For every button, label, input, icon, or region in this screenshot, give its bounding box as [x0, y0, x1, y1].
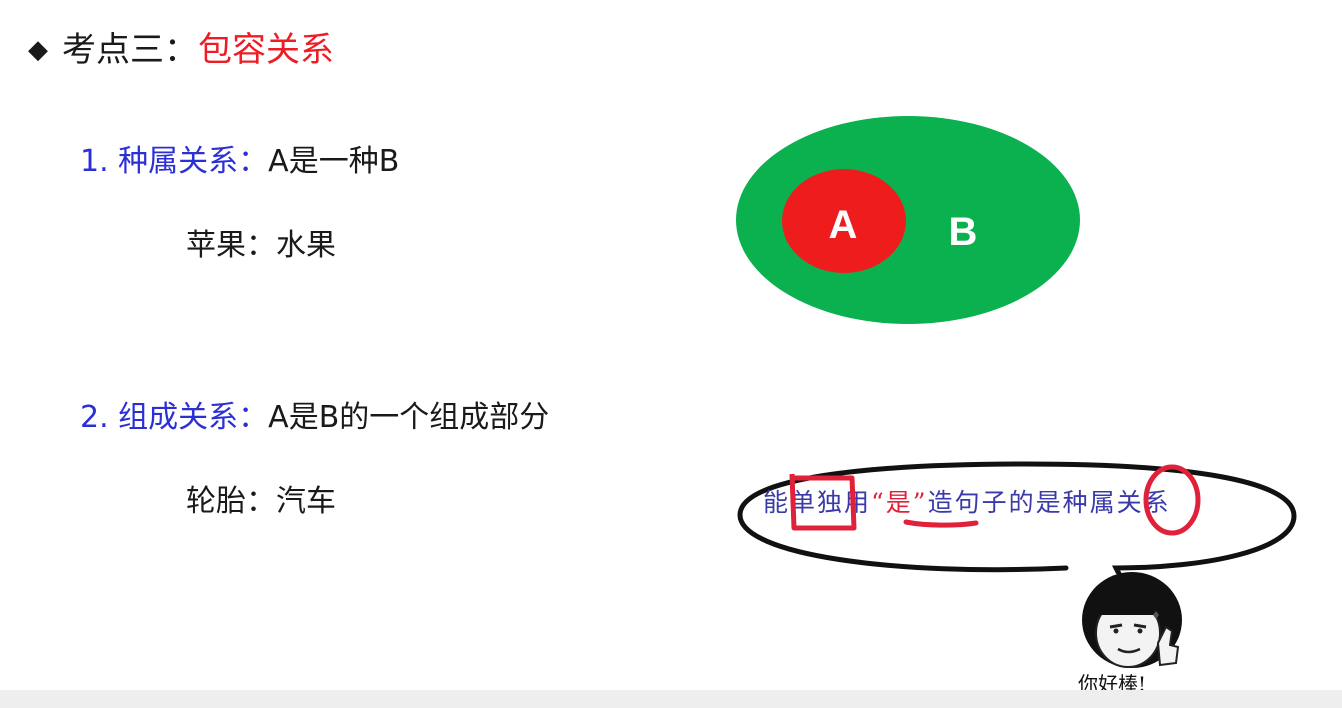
item-heading-composition: 2. 组成关系：A是B的一个组成部分 — [80, 392, 549, 436]
item-example-genus: 苹果：水果 — [186, 228, 336, 263]
venn-diagram: A B — [736, 116, 1080, 324]
bottom-bar — [0, 690, 1342, 708]
item-heading-genus: 1. 种属关系：A是一种B — [80, 136, 399, 180]
venn-inner-label: A — [829, 203, 858, 247]
item-label: 1. 种属关系： — [80, 144, 269, 179]
diamond-bullet-icon: ◆ — [28, 35, 48, 65]
item-description: A是B的一个组成部分 — [268, 400, 550, 435]
title-prefix: 考点三： — [62, 30, 198, 70]
slide-title: ◆ 考点三：包容关系 — [28, 22, 334, 71]
item-label: 2. 组成关系： — [80, 400, 269, 435]
bubble-text: 能单独用“是”造句子的是种属关系 — [763, 483, 1171, 519]
bubble-text-part2: 造句子的是种属关系 — [927, 488, 1171, 517]
item-description: A是一种B — [268, 144, 400, 179]
venn-outer-label: B — [949, 210, 978, 254]
item-example-composition: 轮胎：汽车 — [186, 484, 336, 519]
bubble-text-highlight: “是” — [871, 488, 928, 517]
bubble-text-part1: 能单独用 — [763, 488, 872, 517]
title-topic: 包容关系 — [198, 30, 334, 70]
